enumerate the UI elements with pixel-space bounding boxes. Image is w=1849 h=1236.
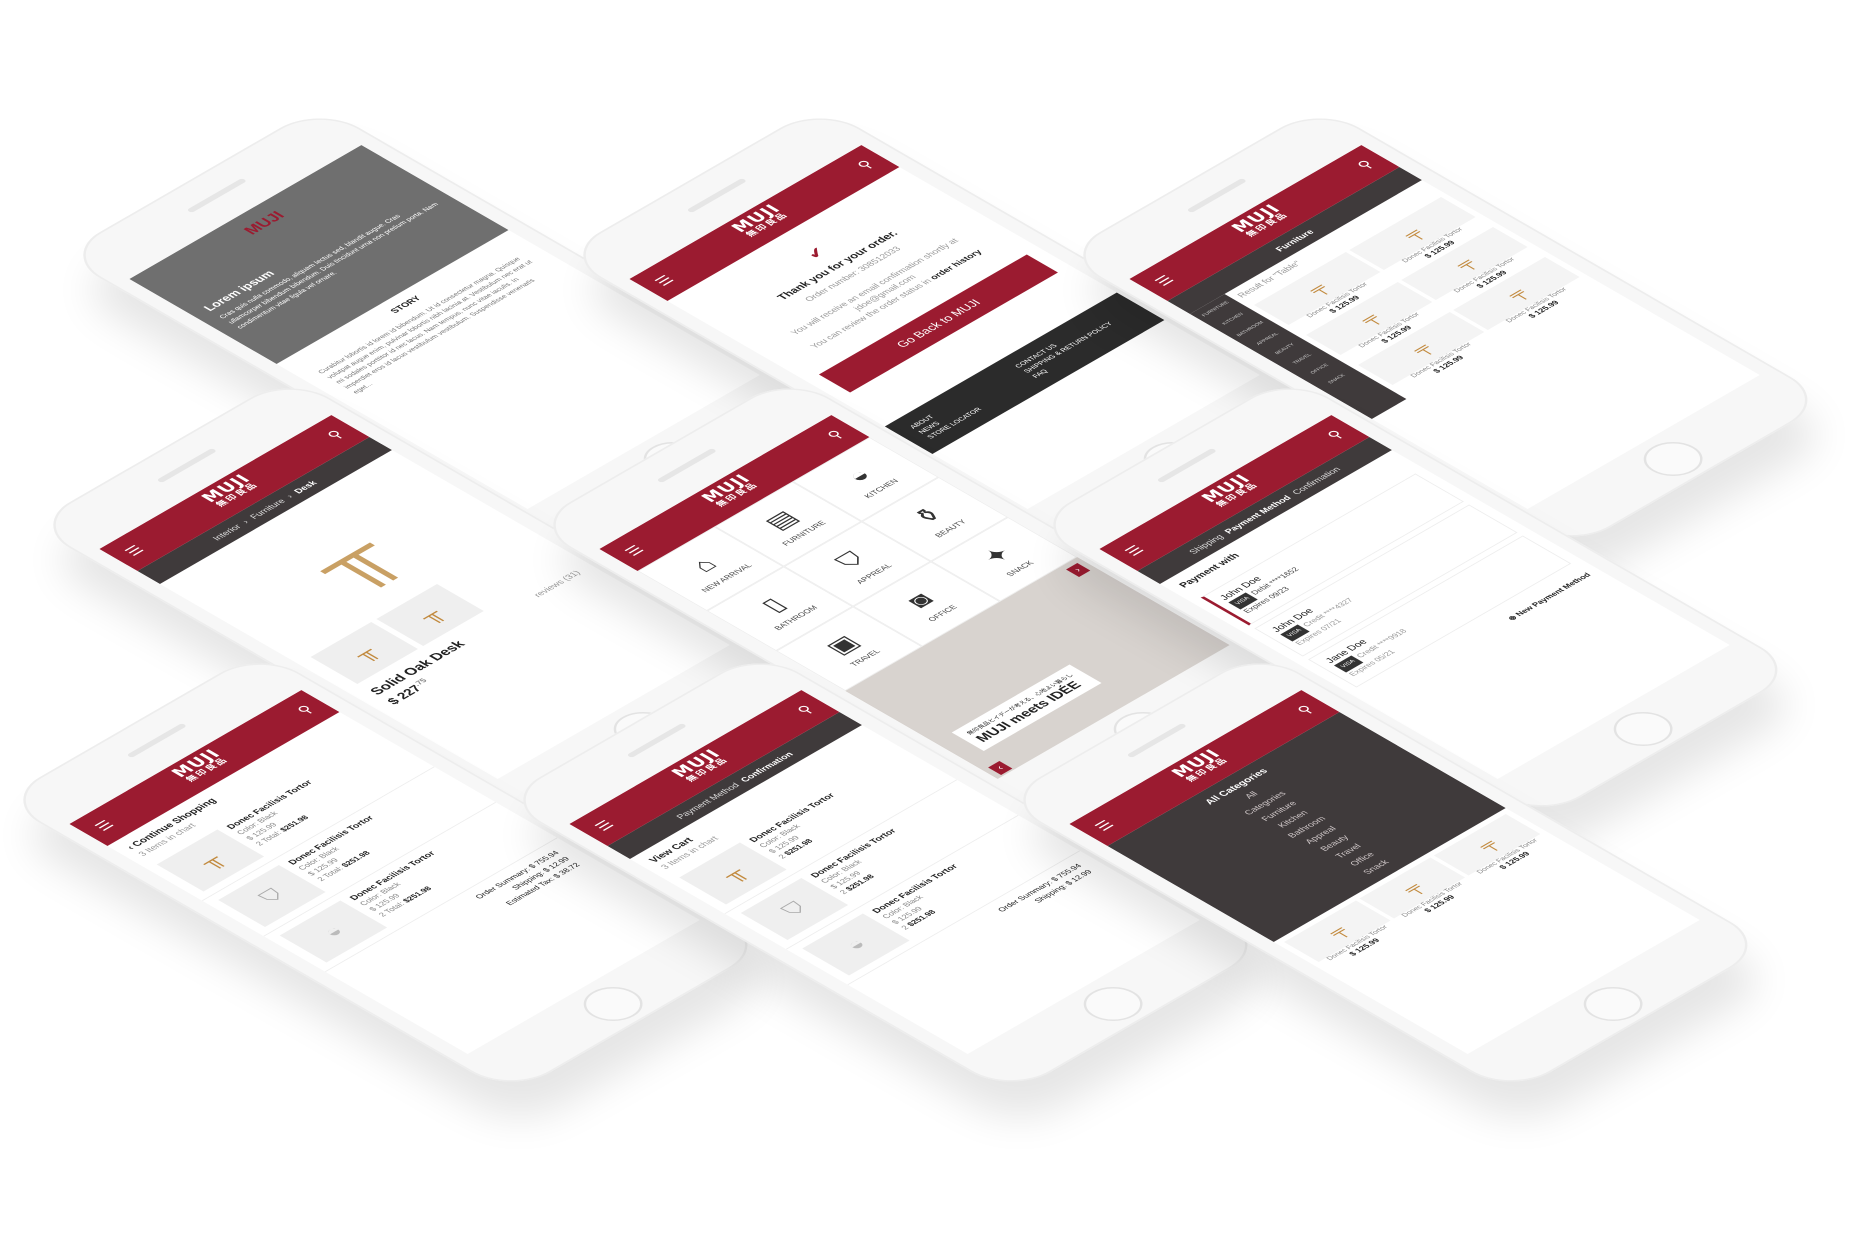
search-icon[interactable]: ⚲: [323, 428, 348, 442]
mockup-stage: MUJI Lorem ipsum Cras quis nulla commodo…: [0, 0, 1849, 1236]
banner-title: MUJI meets IDÉE: [971, 678, 1085, 744]
hamburger-icon[interactable]: ☰: [621, 543, 648, 558]
bag-icon: ⌂: [683, 553, 724, 577]
cup-icon: ▯: [753, 593, 793, 616]
search-icon[interactable]: ⚲: [793, 703, 818, 717]
hamburger-icon[interactable]: ☰: [591, 818, 618, 833]
hamburger-icon[interactable]: ☰: [1151, 273, 1178, 288]
search-icon[interactable]: ⚲: [1353, 158, 1378, 172]
breadcrumb-item: Desk: [291, 479, 320, 495]
search-icon[interactable]: ⚲: [293, 703, 318, 717]
banner-subtitle: 無印良品とイデーが考える、心地よい暮らし: [966, 673, 1076, 736]
search-icon[interactable]: ⚲: [1323, 428, 1348, 442]
bird-icon: ✦: [974, 542, 1020, 569]
next-arrow-icon[interactable]: ›: [1065, 563, 1091, 578]
hamburger-icon[interactable]: ☰: [1121, 543, 1148, 558]
hamburger-icon[interactable]: ☰: [651, 273, 678, 288]
hamburger-icon[interactable]: ☰: [1091, 818, 1118, 833]
suitcase-icon: ▣: [818, 631, 866, 659]
drawer-icon: ▤: [757, 506, 805, 534]
hamburger-icon[interactable]: ☰: [91, 818, 118, 833]
shirt-icon: ⛉: [828, 547, 872, 573]
pot-icon: ◒: [838, 463, 879, 487]
safe-icon: ◙: [899, 588, 940, 612]
hamburger-icon[interactable]: ☰: [121, 543, 148, 558]
search-icon[interactable]: ⚲: [1293, 703, 1318, 717]
search-icon[interactable]: ⚲: [853, 158, 878, 172]
bottle-icon: ⚱: [905, 502, 951, 529]
search-icon[interactable]: ⚲: [823, 428, 848, 442]
